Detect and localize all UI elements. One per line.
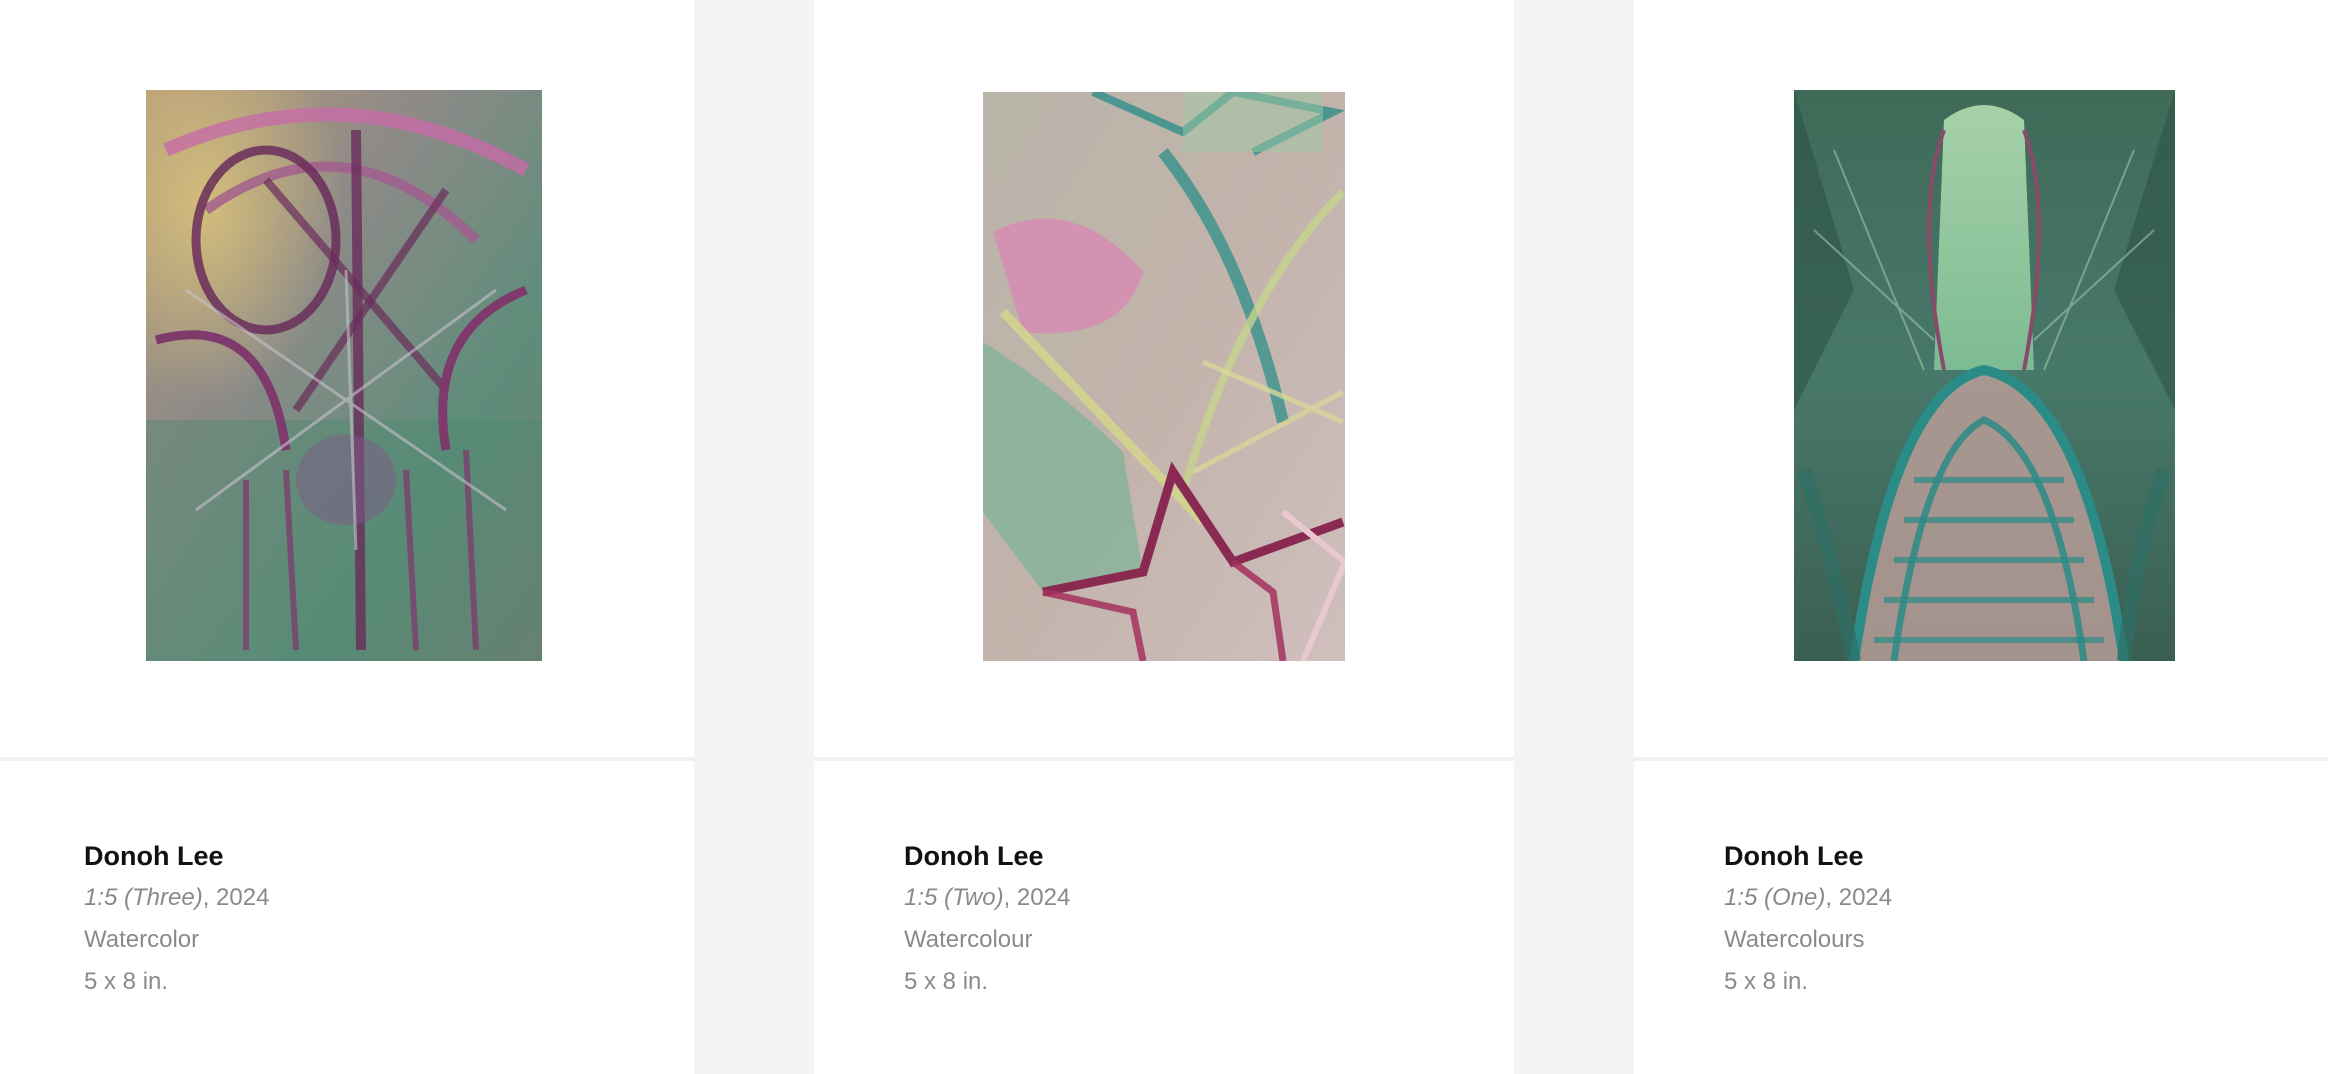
artwork-medium: Watercolor bbox=[84, 926, 200, 953]
artwork-title-year: 1:5 (Two), 2024 bbox=[904, 883, 1070, 913]
artwork-image-area bbox=[0, 0, 694, 757]
artwork-medium: Watercolours bbox=[1724, 926, 1865, 953]
artwork-card-3: Donoh Lee 1:5 (One), 2024 Watercolours 5… bbox=[1634, 0, 2328, 1074]
artwork-medium: Watercolour bbox=[904, 926, 1033, 953]
artwork-image-three[interactable] bbox=[146, 90, 542, 661]
artwork-title: 1:5 (Two) bbox=[904, 884, 1004, 911]
artwork-caption: Donoh Lee 1:5 (One), 2024 Watercolours 5… bbox=[1634, 761, 2328, 1074]
artwork-title-year: 1:5 (One), 2024 bbox=[1724, 883, 1892, 913]
artwork-image-area bbox=[814, 0, 1514, 757]
artwork-year: , 2024 bbox=[1825, 884, 1893, 911]
artwork-year: , 2024 bbox=[1003, 884, 1071, 911]
artwork-dimensions: 5 x 8 in. bbox=[904, 968, 989, 995]
artwork-title: 1:5 (One) bbox=[1724, 884, 1826, 911]
artist-name[interactable]: Donoh Lee bbox=[904, 839, 1070, 873]
artwork-title-year: 1:5 (Three), 2024 bbox=[84, 883, 269, 913]
artwork-image-two[interactable] bbox=[983, 92, 1345, 661]
artwork-image-one[interactable] bbox=[1794, 90, 2175, 661]
artwork-dimensions: 5 x 8 in. bbox=[1724, 968, 1809, 995]
artwork-year: , 2024 bbox=[202, 884, 270, 911]
artwork-dimensions: 5 x 8 in. bbox=[84, 968, 169, 995]
artwork-card-2: Donoh Lee 1:5 (Two), 2024 Watercolour 5 … bbox=[814, 0, 1514, 1074]
artwork-caption: Donoh Lee 1:5 (Three), 2024 Watercolor 5… bbox=[0, 761, 694, 1074]
artist-name[interactable]: Donoh Lee bbox=[1724, 839, 1892, 873]
artwork-card-1: Donoh Lee 1:5 (Three), 2024 Watercolor 5… bbox=[0, 0, 694, 1074]
artwork-caption: Donoh Lee 1:5 (Two), 2024 Watercolour 5 … bbox=[814, 761, 1514, 1074]
artwork-image-area bbox=[1634, 0, 2328, 757]
artist-name[interactable]: Donoh Lee bbox=[84, 839, 269, 873]
artwork-title: 1:5 (Three) bbox=[84, 884, 203, 911]
